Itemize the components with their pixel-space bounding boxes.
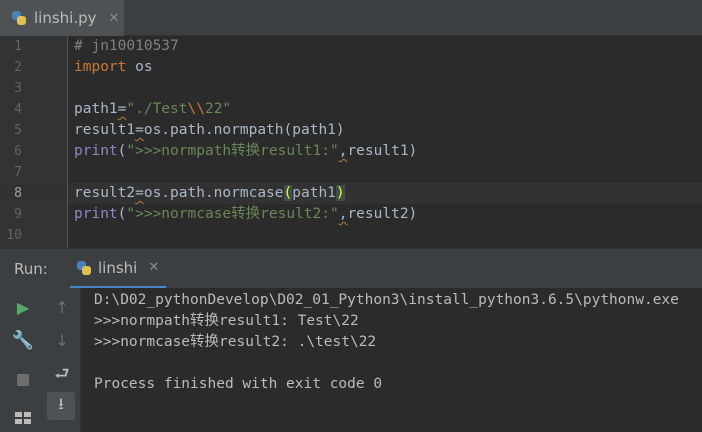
line-number: 7	[14, 165, 22, 180]
line-number: 1	[14, 39, 22, 54]
code-keyword: import	[74, 59, 127, 75]
code-string: ">>>normcase转换result2:"	[126, 206, 339, 222]
code-line: # jn10010537	[74, 36, 179, 57]
code-text: os.path.normpath(path1)	[143, 122, 345, 138]
line-number: 4	[14, 102, 22, 117]
run-tool-window-header: Run: linshi ✕	[0, 248, 702, 289]
line-number: 6	[14, 144, 22, 159]
code-line: path1="./Test\\22"	[74, 99, 231, 120]
run-tool-window: ▶ 🔧 ↑ ↓ ⮐ ⭳ D:\D02_pythonDevelop\D02_01_…	[0, 288, 702, 432]
code-string: 22"	[204, 101, 232, 117]
code-text: result1)	[347, 143, 418, 159]
line-number: 9	[14, 207, 22, 222]
code-text: result2)	[347, 206, 418, 222]
code-text: result2	[74, 185, 136, 201]
console-line: >>>normpath转换result1: Test\22	[94, 313, 359, 329]
layout-icon[interactable]	[8, 404, 38, 432]
code-text: os.path.normcase	[143, 185, 284, 201]
console-line: Process finished with exit code 0	[94, 376, 383, 392]
code-comment: # jn10010537	[74, 38, 179, 54]
run-tab-label: linshi	[98, 258, 138, 277]
editor-tab-label: linshi.py	[34, 9, 97, 27]
run-label: Run:	[14, 260, 48, 278]
console-line: D:\D02_pythonDevelop\D02_01_Python3\inst…	[94, 292, 679, 308]
code-string: ">>>normpath转换result1:"	[126, 143, 339, 159]
scroll-to-end-icon[interactable]: ⭳	[47, 392, 75, 420]
soft-wrap-icon[interactable]: ⮐	[47, 361, 77, 389]
wrench-icon[interactable]: 🔧	[8, 326, 38, 354]
code-line: print(">>>normcase转换result2:",result2)	[74, 204, 417, 225]
arrow-up-icon[interactable]: ↑	[47, 293, 77, 321]
stop-icon[interactable]	[8, 366, 38, 394]
rerun-icon[interactable]: ▶	[8, 293, 38, 321]
line-number: 3	[14, 81, 22, 96]
matched-brace: )	[335, 185, 345, 201]
code-line: result1=os.path.normpath(path1)	[74, 120, 345, 141]
code-builtin: print	[74, 143, 118, 159]
code-line: import os	[74, 57, 153, 78]
close-icon[interactable]: ✕	[148, 260, 159, 275]
python-file-icon	[11, 10, 27, 26]
line-number: 8	[14, 186, 22, 201]
line-number: 5	[14, 123, 22, 138]
line-number: 2	[14, 60, 22, 75]
console-line: >>>normcase转换result2: .\test\22	[94, 334, 377, 350]
code-text: result1	[74, 122, 136, 138]
close-icon[interactable]: ✕	[109, 11, 120, 26]
code-text: path1	[74, 101, 118, 117]
matched-brace: (	[283, 185, 293, 201]
code-editor[interactable]: 1 2 3 4 5 6 7 8 9 10 # jn10010537 import…	[0, 36, 702, 248]
arrow-down-icon[interactable]: ↓	[47, 326, 77, 354]
ide-window: linshi.py ✕ 1 2 3 4 5 6 7 8 9 10 # jn100…	[0, 0, 702, 432]
editor-tab-bar: linshi.py ✕	[0, 0, 702, 36]
code-escape: \\	[187, 101, 205, 117]
code-operator: =	[135, 185, 144, 201]
code-text: os	[126, 59, 153, 75]
editor-tab-linshi-py[interactable]: linshi.py ✕	[0, 0, 124, 36]
code-line: print(">>>normpath转换result1:",result1)	[74, 141, 417, 162]
run-tab-linshi[interactable]: linshi ✕	[70, 249, 166, 289]
code-builtin: print	[74, 206, 118, 222]
python-run-icon	[76, 260, 92, 276]
code-string: "./Test	[126, 101, 188, 117]
gutter-separator	[67, 36, 68, 248]
code-text: path1	[292, 185, 336, 201]
line-number: 10	[6, 228, 22, 243]
code-line: result2=os.path.normcase(path1)	[74, 183, 345, 204]
code-operator: =	[135, 122, 144, 138]
